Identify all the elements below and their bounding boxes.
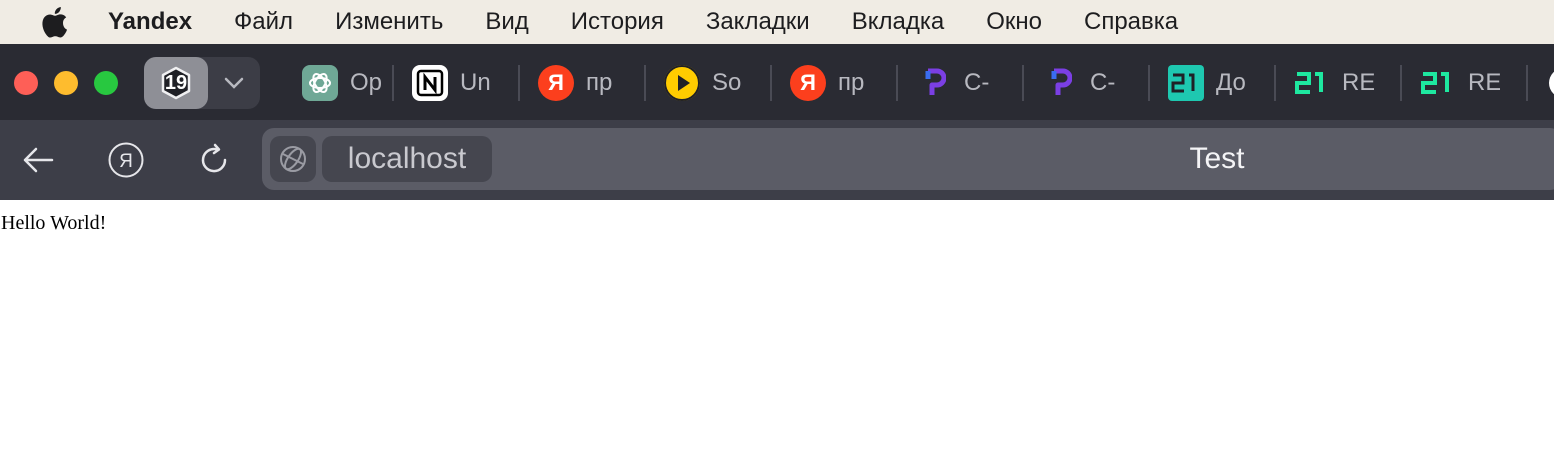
yandex-icon: Я [790,65,826,101]
tab-item[interactable]: Op [294,57,382,109]
tab-item[interactable]: RE [1412,57,1516,109]
zoom-window-button[interactable] [94,71,118,95]
tab-title: So [712,69,742,96]
tab-separator [1526,65,1528,101]
body-text: Hello World! [1,212,107,234]
tab-title: До [1216,69,1246,96]
tab-title: C- [964,69,990,96]
school21-icon [1420,65,1456,101]
school21-icon [1294,65,1330,101]
tab-title: RE [1468,69,1500,96]
p-logo-icon [1042,65,1078,101]
tab-title: Un [460,69,491,96]
tab-item[interactable]: So [656,57,760,109]
tab-item[interactable]: C- [908,57,1012,109]
menu-tab[interactable]: Вкладка [852,8,945,36]
tab-item[interactable]: Я пр [530,57,634,109]
menu-history[interactable]: История [571,8,664,36]
yandex-home-button[interactable]: Я [104,138,148,182]
page-title: Test [1189,142,1245,175]
notion-icon [412,65,448,101]
tab-separator [770,65,772,101]
tab-item[interactable]: D [1538,57,1554,109]
host-label[interactable]: localhost [322,136,492,182]
menu-bar: Yandex Файл Изменить Вид История Закладк… [0,0,1554,46]
menu-file[interactable]: Файл [234,8,293,36]
tab-separator [1148,65,1150,101]
tab-title: пр [586,69,613,96]
github-icon [1546,65,1554,101]
page-content: Hello World! [0,200,1554,452]
close-window-button[interactable] [14,71,38,95]
tab-item[interactable]: RE [1286,57,1390,109]
tab-separator [1400,65,1402,101]
reload-button[interactable] [192,138,236,182]
tab-item[interactable]: До [1160,57,1264,109]
tab-separator [1274,65,1276,101]
play-icon [664,65,700,101]
address-bar[interactable]: localhost Test [262,128,1554,190]
menu-bookmarks[interactable]: Закладки [706,8,810,36]
tab-title: Op [350,69,382,96]
tab-item[interactable]: Un [404,57,508,109]
menu-help[interactable]: Справка [1084,8,1178,36]
globe-icon[interactable] [270,136,316,182]
tab-strip: 19 Op Un Я пр So Я пр C- C- До RE RE [0,46,1554,120]
back-button[interactable] [16,138,60,182]
tab-title: C- [1090,69,1116,96]
tab-separator [1022,65,1024,101]
tab-counter-button[interactable]: 19 [144,57,208,109]
toolbar: Я localhost Test [0,120,1554,200]
tab-counter[interactable]: 19 [144,57,260,109]
tab-separator [896,65,898,101]
p-logo-icon [916,65,952,101]
minimize-window-button[interactable] [54,71,78,95]
menu-edit[interactable]: Изменить [335,8,443,36]
school21-icon [1168,65,1204,101]
tab-separator [644,65,646,101]
tab-item[interactable]: C- [1034,57,1138,109]
tab-item[interactable]: Я пр [782,57,886,109]
menu-window[interactable]: Окно [986,8,1042,36]
menu-view[interactable]: Вид [485,8,528,36]
tab-count-icon: 19 [159,66,193,100]
window-controls [14,71,134,95]
apple-icon[interactable] [40,7,68,38]
svg-text:Я: Я [119,151,133,172]
chevron-down-icon[interactable] [208,77,260,89]
tab-title: RE [1342,69,1374,96]
menu-app-name[interactable]: Yandex [108,8,192,36]
yandex-icon: Я [538,65,574,101]
chatgpt-icon [302,65,338,101]
tab-title: пр [838,69,865,96]
tab-separator [392,65,394,101]
tab-separator [518,65,520,101]
tab-count: 19 [164,71,188,94]
